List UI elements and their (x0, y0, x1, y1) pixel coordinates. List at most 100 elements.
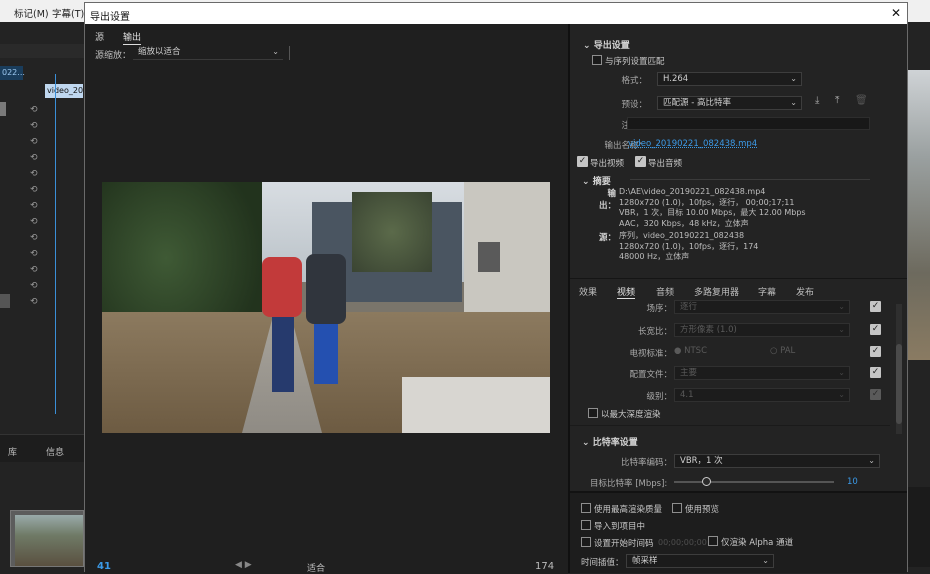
bitrate-encoding-select[interactable]: VBR，1 次 ⌄ (674, 454, 880, 468)
summary-header[interactable]: ⌄ 摘要 (582, 174, 611, 187)
start-timecode-checkbox[interactable] (581, 537, 591, 547)
max-quality-checkbox[interactable] (581, 503, 591, 513)
tab-effects[interactable]: 效果 (579, 285, 597, 298)
level-select[interactable]: 4.1 ⌄ (674, 388, 850, 402)
tab-source[interactable]: 源 (95, 30, 104, 43)
close-button[interactable]: ✕ (891, 6, 901, 20)
import-project-checkbox[interactable] (581, 520, 591, 530)
source-scale-label: 源缩放： (95, 51, 132, 61)
preset-select[interactable]: 匹配源 - 高比特率 ⌄ (657, 96, 802, 110)
profile-checkbox[interactable]: ✓ (870, 367, 881, 378)
summary-source-line: 1280x720 (1.0)，10fps，逐行，174 (619, 241, 759, 251)
export-settings-header[interactable]: ⌄ 导出设置 (583, 38, 630, 51)
chevron-down-icon: ⌄ (790, 98, 797, 107)
ntsc-radio[interactable]: ● NTSC (674, 346, 707, 356)
field-order-value: 逐行 (680, 302, 698, 312)
summary-source-label: 源： (598, 233, 616, 243)
format-value: H.264 (663, 74, 689, 84)
bitrate-encoding-value: VBR，1 次 (680, 456, 723, 466)
save-preset-icon[interactable]: ⤓ (815, 95, 819, 106)
start-timecode-value[interactable]: 00;00;00;00 (658, 538, 707, 547)
background-left-panel: 022... video_201 ⟲ ⟲ ⟲ ⟲ ⟲ ⟲ ⟲ ⟲ ⟲ ⟲ ⟲ ⟲ ⟲ 库 信息 (0, 22, 88, 567)
menu-marker[interactable]: 标记(M) (14, 6, 49, 20)
profile-label: 配置文件： (629, 370, 672, 380)
max-depth-label: 以最大深度渲染 (601, 410, 661, 420)
aspect-value: 方形像素 (1.0) (680, 325, 737, 335)
format-label: 格式： (621, 76, 647, 86)
tab-library[interactable]: 库 (8, 445, 17, 458)
summary-output-line: VBR，1 次，目标 10.00 Mbps，最大 12.00 Mbps (619, 208, 806, 217)
output-name-link[interactable]: video_20190221_082438.mp4 (628, 139, 757, 149)
pal-radio[interactable]: ○ PAL (770, 346, 795, 356)
summary-source-line: 序列，video_20190221_082438 (619, 231, 745, 240)
tv-standard-checkbox[interactable]: ✓ (870, 346, 881, 357)
summary-output-line: D:\AE\video_20190221_082438.mp4 (619, 187, 766, 196)
max-depth-checkbox[interactable] (588, 408, 598, 418)
comment-input[interactable] (627, 117, 870, 130)
delete-preset-icon[interactable]: 🗑 (855, 95, 868, 106)
target-bitrate-value[interactable]: 10 (847, 477, 858, 487)
export-video-checkbox[interactable]: ✓ (577, 156, 588, 167)
field-order-label: 场序： (646, 304, 672, 314)
import-project-label: 导入到项目中 (594, 522, 646, 532)
export-audio-label: 导出音频 (648, 159, 683, 169)
format-select[interactable]: H.264 ⌄ (657, 72, 802, 86)
preset-value: 匹配源 - 高比特率 (663, 98, 731, 108)
aspect-checkbox[interactable]: ✓ (870, 324, 881, 335)
alpha-only-label: 仅渲染 Alpha 通道 (721, 538, 794, 548)
bitrate-header[interactable]: ⌄ 比特率设置 (582, 435, 638, 448)
summary-output-line: 1280x720 (1.0)，10fps，逐行， 00;00;17;11 (619, 197, 795, 207)
video-preview-frame (102, 182, 550, 433)
summary-output-block: D:\AE\video_20190221_082438.mp4 1280x720… (619, 187, 806, 229)
clip-label[interactable]: video_201 (45, 84, 88, 98)
source-scale-select[interactable]: 缩放以适合 ⌄ (133, 46, 283, 60)
export-settings-header-label: 导出设置 (593, 41, 630, 51)
field-order-checkbox[interactable]: ✓ (870, 301, 881, 312)
fit-select[interactable]: 适合 (307, 561, 325, 574)
tab-video[interactable]: 视频 (617, 285, 636, 299)
alpha-only-checkbox[interactable] (708, 536, 718, 546)
tab-info[interactable]: 信息 (46, 445, 64, 458)
background-thumbnail (10, 510, 84, 567)
menu-title[interactable]: 字幕(T) (52, 6, 84, 20)
summary-source-block: 序列，video_20190221_082438 1280x720 (1.0)，… (619, 231, 758, 263)
start-timecode-label: 设置开始时间码 (594, 539, 654, 549)
use-previews-checkbox[interactable] (672, 503, 682, 513)
dialog-title: 导出设置 (90, 12, 130, 23)
settings-scrollbar[interactable] (896, 304, 902, 434)
field-order-select[interactable]: 逐行 ⌄ (674, 300, 850, 314)
export-settings-dialog: 导出设置 ✕ 源 输出 源缩放： 缩放以适合 ⌄ 41 ◀ ▶ 适合 174 ⌄… (84, 2, 908, 574)
settings-tabs: 效果 视频 音频 多路复用器 字幕 发布 (570, 278, 907, 299)
chevron-down-icon: ⌄ (838, 390, 845, 399)
level-label: 级别： (646, 392, 672, 402)
summary-source-line: 48000 Hz，立体声 (619, 252, 690, 261)
chevron-down-icon: ⌄ (838, 368, 845, 377)
tab-publish[interactable]: 发布 (796, 285, 814, 298)
aspect-select[interactable]: 方形像素 (1.0) ⌄ (674, 323, 850, 337)
import-preset-icon[interactable]: ⤒ (835, 95, 839, 106)
target-bitrate-slider-handle[interactable] (702, 477, 711, 486)
level-checkbox[interactable]: ✓ (870, 389, 881, 400)
profile-select[interactable]: 主要 ⌄ (674, 366, 850, 380)
tab-captions[interactable]: 字幕 (758, 285, 776, 298)
tab-output[interactable]: 输出 (123, 30, 142, 45)
target-bitrate-slider[interactable] (674, 481, 834, 483)
chevron-down-icon: ⌄ (868, 456, 875, 465)
profile-value: 主要 (680, 368, 698, 378)
source-scale-value: 缩放以适合 (138, 47, 181, 57)
summary-header-label: 摘要 (592, 177, 611, 187)
export-audio-checkbox[interactable]: ✓ (635, 156, 646, 167)
summary-output-line: AAC，320 Kbps，48 kHz，立体声 (619, 218, 749, 228)
chevron-down-icon: ⌄ (838, 302, 845, 311)
match-sequence-label: 与序列设置匹配 (605, 57, 665, 67)
tab-audio[interactable]: 音频 (656, 285, 674, 298)
aspect-label: 长宽比： (637, 327, 672, 337)
bitrate-header-label: 比特率设置 (592, 438, 638, 448)
tab-multiplexer[interactable]: 多路复用器 (694, 285, 739, 298)
match-sequence-checkbox[interactable] (592, 55, 602, 65)
pal-label: PAL (780, 346, 796, 356)
time-interpolation-select[interactable]: 帧采样 ⌄ (626, 554, 774, 568)
step-icon[interactable]: ◀ ▶ (235, 560, 252, 570)
time-interpolation-label: 时间插值： (581, 558, 624, 568)
chevron-down-icon: ⌄ (790, 74, 797, 83)
